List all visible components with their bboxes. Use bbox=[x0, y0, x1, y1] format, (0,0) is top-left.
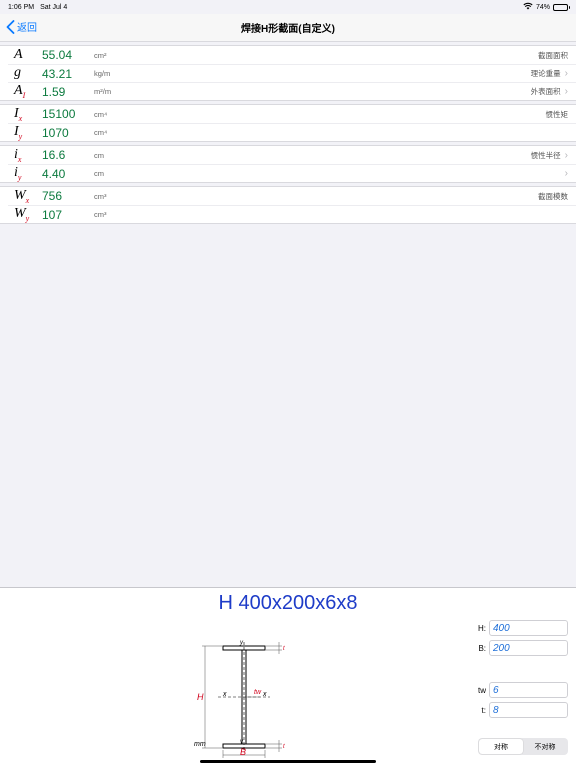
dimension-label: H: bbox=[478, 623, 486, 633]
back-label: 返回 bbox=[17, 23, 37, 34]
property-unit: cm³ bbox=[94, 191, 107, 201]
status-bar: 1:06 PM Sat Jul 4 74% bbox=[0, 0, 576, 14]
dimension-input[interactable]: 400 bbox=[489, 620, 568, 636]
property-symbol: AI bbox=[14, 83, 26, 100]
property-value: 1.59 bbox=[42, 84, 66, 99]
property-note: 外表面积 › bbox=[530, 86, 568, 97]
symmetry-segmented-control: 对称 不对称 bbox=[478, 738, 568, 755]
dimension-input[interactable]: 6 bbox=[489, 682, 568, 698]
dimension-inputs: H: 400 B: 200 tw 6 t: 8 bbox=[476, 620, 568, 722]
h-section-drawing: H B tw t t y y x x bbox=[197, 640, 285, 758]
property-row: Wx 756 cm³ 截面模数 bbox=[0, 187, 576, 205]
property-unit: cm bbox=[94, 169, 104, 178]
property-value: 16.6 bbox=[42, 148, 66, 162]
property-symbol: Wx bbox=[14, 187, 30, 205]
property-unit: cm⁴ bbox=[94, 109, 108, 119]
property-row: A 55.04 cm² 截面面积 bbox=[0, 46, 576, 64]
property-group: Wx 756 cm³ 截面模数 Wy 107 cm³ bbox=[0, 186, 576, 224]
property-row[interactable]: iy 4.40 cm › bbox=[8, 164, 576, 182]
dim-t-top-label: t bbox=[283, 646, 285, 652]
dimension-row: t: 8 bbox=[476, 702, 568, 718]
property-symbol: Iy bbox=[14, 124, 23, 141]
chevron-right-icon: › bbox=[564, 168, 568, 179]
property-unit: cm⁴ bbox=[94, 128, 108, 137]
dimension-input[interactable]: 200 bbox=[489, 640, 568, 656]
segment-option[interactable]: 对称 bbox=[479, 739, 523, 754]
page-title: 焊接H形截面(自定义) bbox=[241, 24, 335, 35]
chevron-left-icon bbox=[6, 19, 15, 34]
chevron-right-icon: › bbox=[564, 86, 568, 97]
status-time: 1:06 PM bbox=[8, 3, 35, 11]
property-group: Ix 15100 cm⁴ 惯性矩 Iy 1070 cm⁴ bbox=[0, 104, 576, 142]
battery-icon bbox=[553, 3, 570, 11]
property-unit: kg/m bbox=[94, 69, 111, 78]
dimension-label: tw bbox=[478, 685, 486, 695]
property-value: 756 bbox=[42, 189, 63, 203]
property-symbol: g bbox=[14, 65, 21, 81]
property-row: Wy 107 cm³ bbox=[8, 205, 576, 223]
property-note: 截面面积 bbox=[538, 50, 568, 60]
property-value: 43.21 bbox=[42, 66, 73, 81]
property-value: 107 bbox=[42, 207, 63, 222]
property-value: 4.40 bbox=[42, 166, 66, 181]
property-symbol: A bbox=[14, 46, 23, 62]
section-title: H 400x200x6x8 bbox=[218, 592, 358, 614]
segment-option[interactable]: 不对称 bbox=[523, 739, 567, 754]
dim-tw-label: tw bbox=[254, 689, 262, 696]
dimension-input[interactable]: 8 bbox=[489, 702, 568, 718]
dimension-row: B: 200 bbox=[476, 640, 568, 656]
section-panel: H 400x200x6x8 H B tw t t y y x x mm H: 4… bbox=[0, 587, 576, 768]
dimension-label: B: bbox=[478, 643, 486, 653]
property-note: 惯性半径 › bbox=[530, 149, 568, 161]
property-note: › bbox=[561, 168, 568, 179]
property-symbol: ix bbox=[14, 146, 22, 164]
property-value: 55.04 bbox=[42, 48, 73, 62]
property-row[interactable]: g 43.21 kg/m 理论重量 › bbox=[8, 64, 576, 82]
home-indicator bbox=[200, 760, 376, 763]
chevron-right-icon: › bbox=[564, 68, 568, 79]
dim-h-label: H bbox=[197, 692, 204, 702]
dimension-row: tw 6 bbox=[476, 682, 568, 698]
axis-x-right-label: x bbox=[262, 691, 267, 698]
unit-label: mm bbox=[194, 741, 206, 748]
property-value: 1070 bbox=[42, 125, 69, 140]
property-list: A 55.04 cm² 截面面积 g 43.21 kg/m 理论重量 › AI 1.59 m²/m 外表… bbox=[0, 45, 576, 227]
back-button[interactable]: 返回 bbox=[6, 19, 37, 34]
property-value: 15100 bbox=[42, 107, 76, 121]
axis-x-left-label: x bbox=[222, 691, 227, 698]
property-row[interactable]: ix 16.6 cm 惯性半径 › bbox=[0, 146, 576, 164]
battery-percent: 74% bbox=[535, 3, 550, 11]
dimension-row: H: 400 bbox=[476, 620, 568, 636]
property-unit: cm bbox=[94, 150, 104, 160]
wifi-icon bbox=[523, 2, 533, 12]
property-row: Iy 1070 cm⁴ bbox=[8, 123, 576, 141]
dim-t-bottom-label: t bbox=[283, 744, 285, 750]
property-unit: m²/m bbox=[94, 87, 112, 96]
property-symbol: Ix bbox=[14, 105, 23, 123]
property-unit: cm³ bbox=[94, 210, 107, 219]
property-note: 惯性矩 bbox=[545, 109, 569, 119]
navigation-bar: 返回 焊接H形截面(自定义) bbox=[0, 14, 576, 42]
axis-y-top-label: y bbox=[239, 640, 244, 646]
chevron-right-icon: › bbox=[564, 149, 568, 161]
dim-b-label: B bbox=[240, 747, 246, 757]
property-note: 理论重量 › bbox=[530, 68, 568, 79]
property-row: Ix 15100 cm⁴ 惯性矩 bbox=[0, 105, 576, 123]
dimension-label: t: bbox=[481, 705, 486, 715]
property-note: 截面模数 bbox=[538, 191, 568, 201]
property-symbol: Wy bbox=[14, 206, 30, 223]
property-unit: cm² bbox=[94, 50, 107, 60]
property-symbol: iy bbox=[14, 165, 22, 182]
property-group: A 55.04 cm² 截面面积 g 43.21 kg/m 理论重量 › AI 1.59 m²/m 外表… bbox=[0, 45, 576, 101]
status-date: Sat Jul 4 bbox=[40, 3, 68, 11]
property-group: ix 16.6 cm 惯性半径 › iy 4.40 cm › bbox=[0, 145, 576, 183]
property-row[interactable]: AI 1.59 m²/m 外表面积 › bbox=[8, 82, 576, 100]
